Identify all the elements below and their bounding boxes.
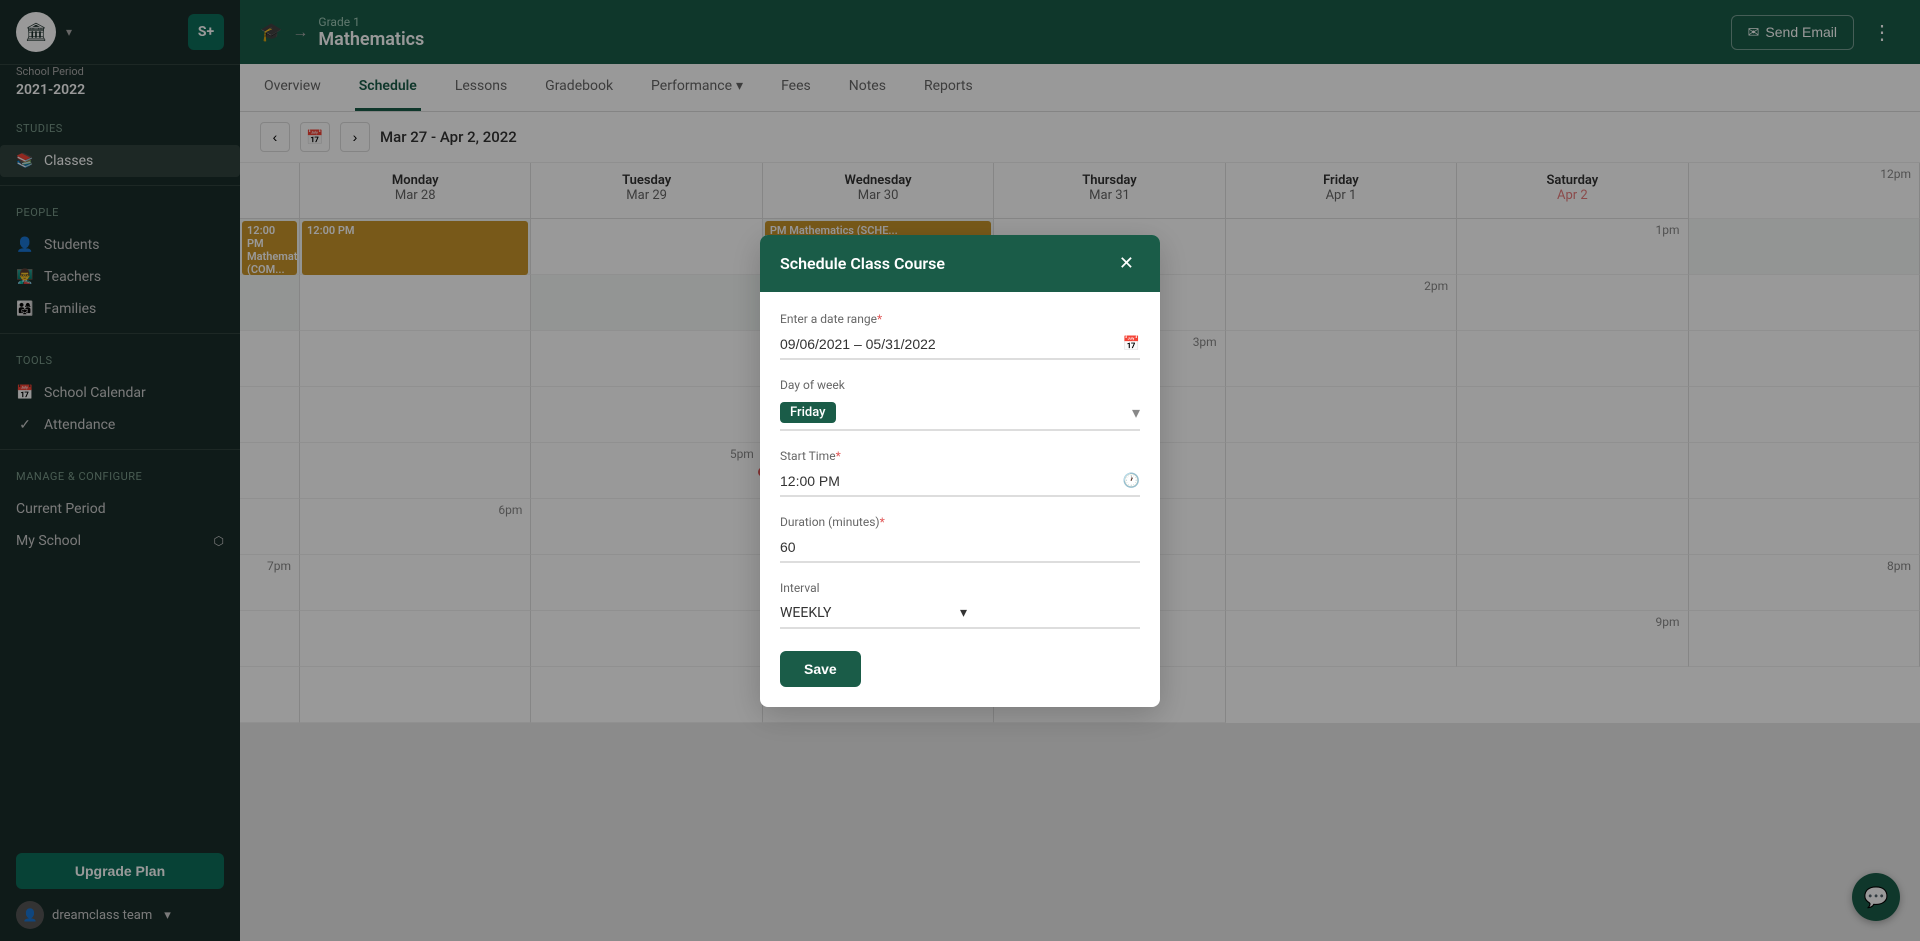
- day-select-arrow-icon: ▾: [1132, 403, 1140, 422]
- interval-field: Interval WEEKLY ▾: [780, 581, 1140, 629]
- save-button[interactable]: Save: [780, 651, 861, 687]
- duration-input-wrapper: [780, 533, 1140, 563]
- start-time-input-wrapper: 🕐: [780, 467, 1140, 497]
- day-of-week-label: Day of week: [780, 378, 1140, 392]
- date-range-input-wrapper: 📅: [780, 330, 1140, 360]
- start-time-label: Start Time*: [780, 449, 1140, 463]
- time-picker-icon[interactable]: 🕐: [1123, 473, 1140, 489]
- date-picker-icon[interactable]: 📅: [1123, 336, 1140, 352]
- date-range-field: Enter a date range* 📅: [780, 312, 1140, 360]
- day-of-week-select[interactable]: Friday ▾: [780, 396, 1140, 431]
- schedule-class-course-modal: Schedule Class Course ✕ Enter a date ran…: [760, 235, 1160, 707]
- day-badge: Friday: [780, 402, 836, 423]
- modal-overlay[interactable]: Schedule Class Course ✕ Enter a date ran…: [0, 0, 1920, 941]
- duration-label: Duration (minutes)*: [780, 515, 1140, 529]
- date-range-input[interactable]: [780, 336, 1123, 352]
- interval-value: WEEKLY: [780, 605, 960, 621]
- modal-body: Enter a date range* 📅 Day of week Friday…: [760, 292, 1160, 707]
- modal-close-button[interactable]: ✕: [1113, 251, 1140, 276]
- modal-header: Schedule Class Course ✕: [760, 235, 1160, 292]
- interval-select[interactable]: WEEKLY ▾: [780, 599, 1140, 629]
- required-marker-3: *: [880, 515, 885, 529]
- day-of-week-field: Day of week Friday ▾: [780, 378, 1140, 431]
- required-marker: *: [877, 312, 882, 326]
- start-time-input[interactable]: [780, 473, 1123, 489]
- start-time-field: Start Time* 🕐: [780, 449, 1140, 497]
- duration-input[interactable]: [780, 539, 1140, 555]
- interval-arrow-icon: ▾: [960, 605, 1140, 621]
- interval-label: Interval: [780, 581, 1140, 595]
- required-marker-2: *: [836, 449, 841, 463]
- date-range-label: Enter a date range*: [780, 312, 1140, 326]
- duration-field: Duration (minutes)*: [780, 515, 1140, 563]
- modal-title: Schedule Class Course: [780, 254, 945, 273]
